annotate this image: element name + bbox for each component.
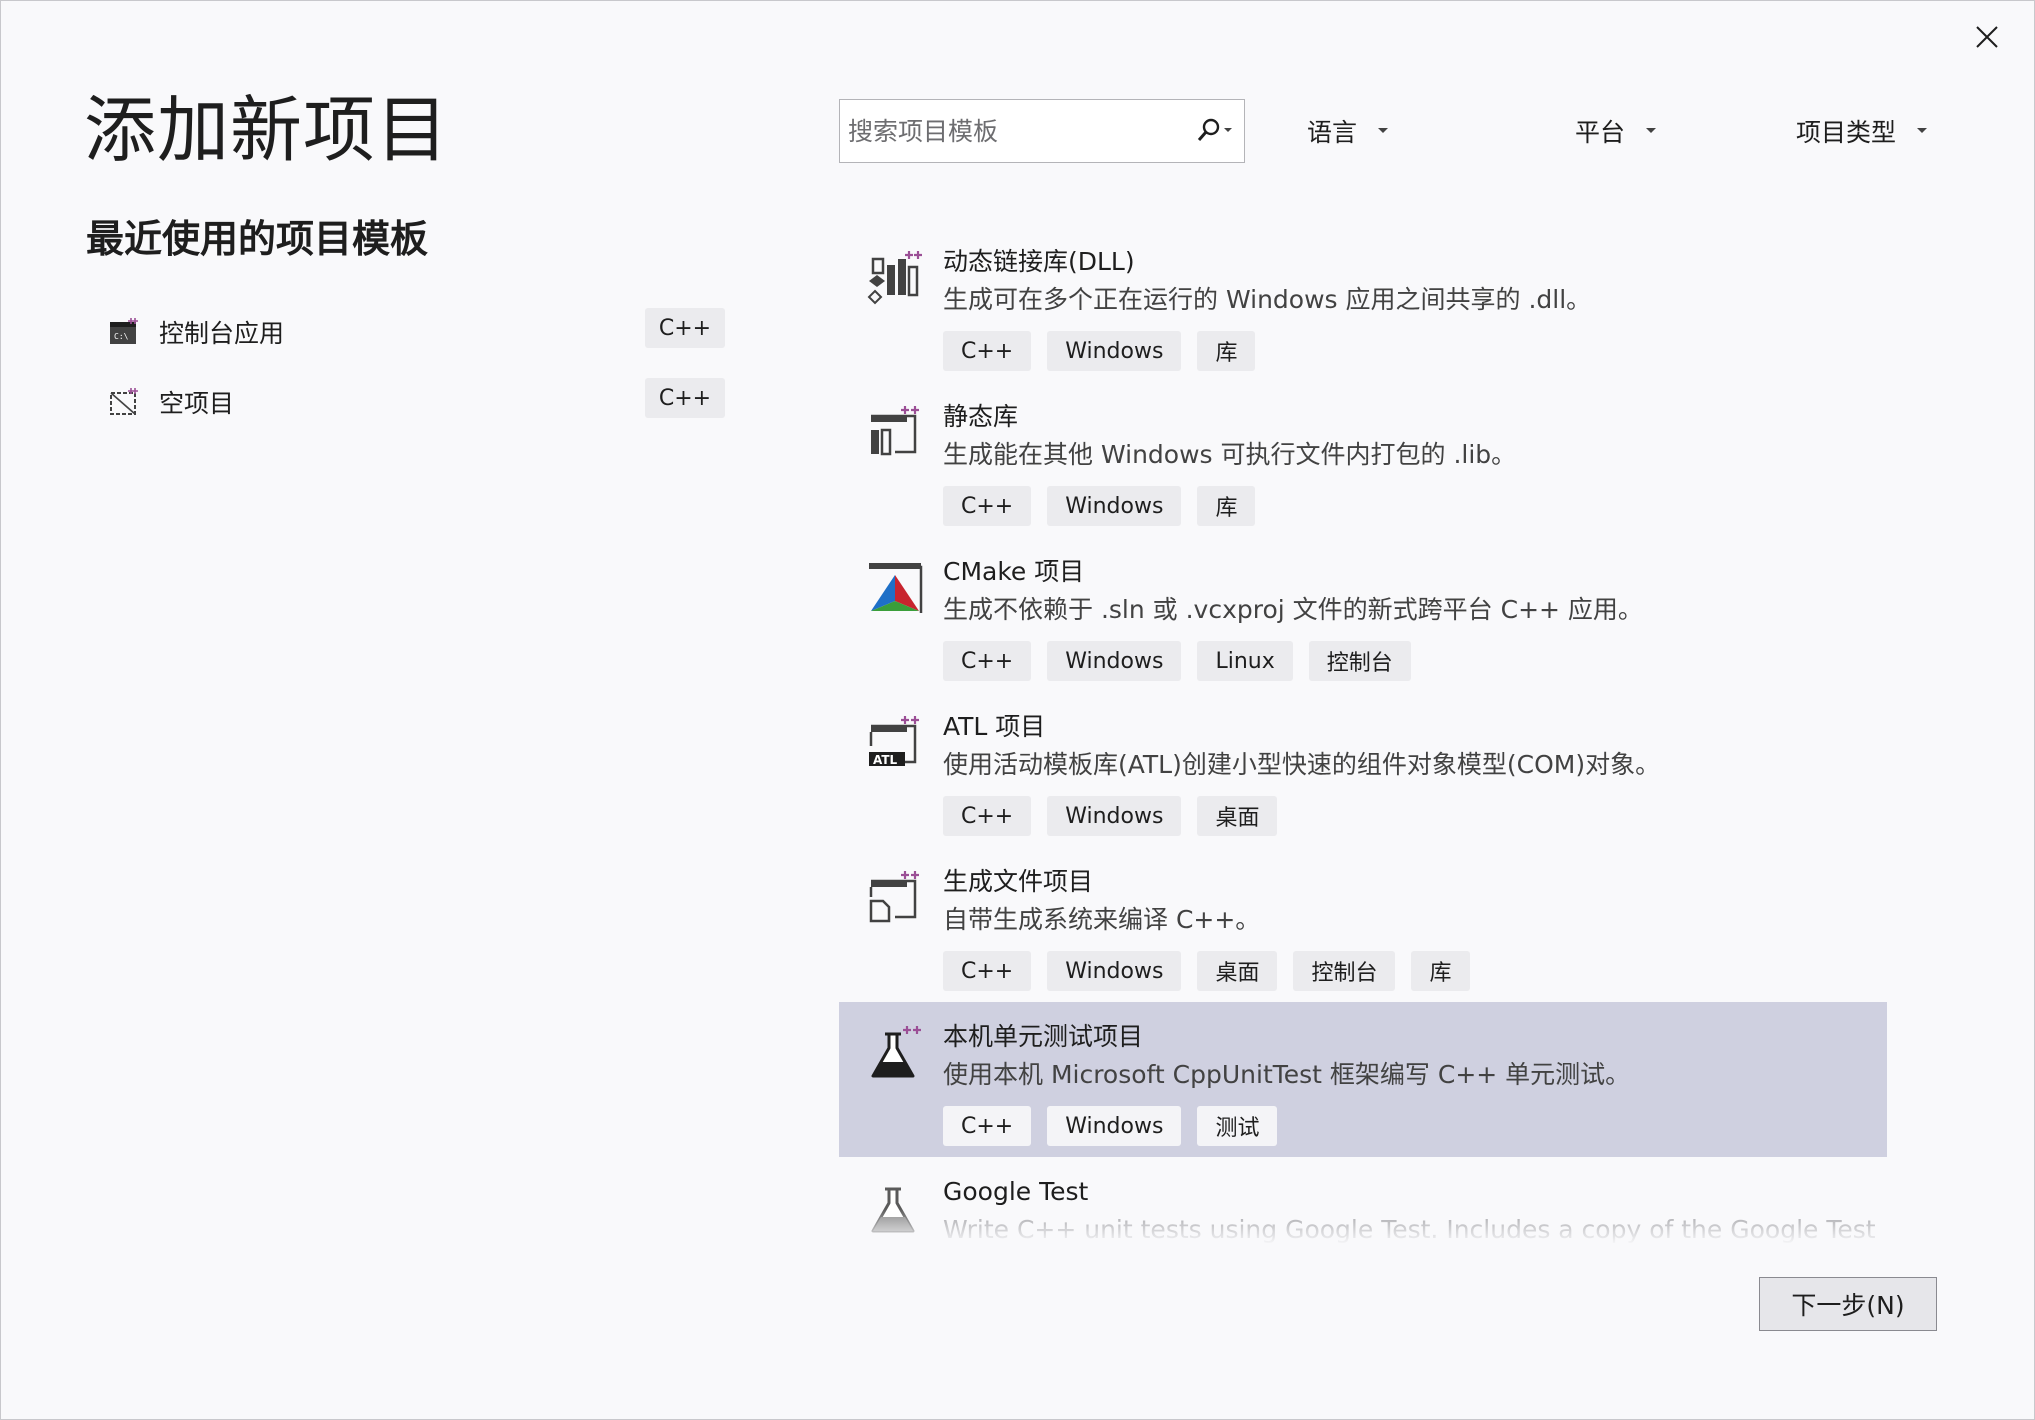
template-name: 动态链接库(DLL): [943, 247, 1135, 276]
console-app-icon: C:\: [110, 318, 138, 344]
cmake-icon: [869, 563, 923, 613]
template-tag: Windows: [1047, 331, 1182, 371]
dll-icon: [867, 251, 922, 305]
template-item-google-test[interactable]: Google Test Write C++ unit tests using G…: [839, 1157, 1887, 1245]
template-tag: C++: [943, 951, 1032, 991]
template-name: Google Test: [943, 1177, 1089, 1206]
search-button[interactable]: [1184, 100, 1244, 162]
template-description: 使用本机 Microsoft CppUnitTest 框架编写 C++ 单元测试…: [943, 1060, 1631, 1089]
template-tags: C++ Windows 测试: [943, 1106, 1278, 1146]
recent-item-label: 控制台应用: [159, 319, 285, 348]
template-item-cmake[interactable]: CMake 项目 生成不依赖于 .sln 或 .vcxproj 文件的新式跨平台…: [839, 537, 1887, 692]
template-name: ATL 项目: [943, 712, 1046, 741]
template-tag: C++: [943, 641, 1032, 681]
template-tag: Windows: [1047, 1106, 1182, 1146]
template-tags: C++ Windows 库: [943, 486, 1256, 526]
template-tags: C++ Windows 库: [943, 331, 1256, 371]
makefile-icon: [869, 871, 919, 923]
template-list: 动态链接库(DLL) 生成可在多个正在运行的 Windows 应用之间共享的 .…: [839, 227, 1887, 1245]
template-item-makefile[interactable]: 生成文件项目 自带生成系统来编译 C++。 C++ Windows 桌面 控制台…: [839, 847, 1887, 1002]
language-filter-label: 语言: [1307, 118, 1358, 147]
unit-test-icon: [871, 1026, 921, 1078]
language-tag: C++: [645, 378, 725, 418]
template-name: 静态库: [943, 402, 1019, 431]
empty-project-icon: [110, 388, 138, 415]
template-description: 生成能在其他 Windows 可执行文件内打包的 .lib。: [943, 440, 1517, 469]
template-description: 自带生成系统来编译 C++。: [943, 905, 1261, 934]
recent-templates-list: C:\ 控制台应用 C++ 空项目 C++: [109, 297, 725, 437]
template-description: 使用活动模板库(ATL)创建小型快速的组件对象模型(COM)对象。: [943, 750, 1661, 779]
template-name: 生成文件项目: [943, 867, 1094, 896]
template-tag: 测试: [1197, 1106, 1278, 1146]
search-input[interactable]: [840, 115, 1184, 147]
template-tag: 控制台: [1308, 641, 1411, 681]
svg-text:C:\: C:\: [114, 332, 129, 341]
template-tag: Windows: [1047, 951, 1182, 991]
close-icon: [1976, 26, 1998, 48]
template-tag: 桌面: [1197, 951, 1278, 991]
chevron-down-icon: [1378, 128, 1389, 133]
template-item-static-lib[interactable]: 静态库 生成能在其他 Windows 可执行文件内打包的 .lib。 C++ W…: [839, 382, 1887, 537]
svg-text:ATL: ATL: [873, 753, 898, 767]
recent-templates-heading: 最近使用的项目模板: [86, 217, 429, 261]
recent-item-console-app[interactable]: C:\ 控制台应用 C++: [109, 297, 725, 367]
template-tag: 库: [1197, 331, 1256, 371]
platform-filter-dropdown[interactable]: 平台: [1575, 109, 1657, 153]
template-search-box: [839, 99, 1245, 163]
chevron-down-icon: [1917, 128, 1928, 133]
google-test-icon: [871, 1187, 915, 1233]
template-tag: Windows: [1047, 796, 1182, 836]
atl-icon: ATL: [869, 716, 919, 767]
close-button[interactable]: [1969, 19, 2005, 55]
template-tags: C++ Windows 桌面: [943, 796, 1278, 836]
template-tag: 库: [1197, 486, 1256, 526]
template-tag: C++: [943, 486, 1032, 526]
template-tag: Windows: [1047, 486, 1182, 526]
template-tag: 控制台: [1293, 951, 1396, 991]
template-item-dll[interactable]: 动态链接库(DLL) 生成可在多个正在运行的 Windows 应用之间共享的 .…: [839, 227, 1887, 382]
language-tag: C++: [645, 308, 725, 348]
template-item-native-unit-test[interactable]: 本机单元测试项目 使用本机 Microsoft CppUnitTest 框架编写…: [839, 1002, 1887, 1157]
template-tag: C++: [943, 331, 1032, 371]
platform-filter-label: 平台: [1575, 118, 1626, 147]
template-tag: Windows: [1047, 641, 1182, 681]
template-tags: C++ Windows Linux 控制台: [943, 641, 1411, 681]
project-type-filter-label: 项目类型: [1796, 118, 1897, 147]
template-item-atl[interactable]: ATL ATL 项目 使用活动模板库(ATL)创建小型快速的组件对象模型(COM…: [839, 692, 1887, 847]
template-description: 生成可在多个正在运行的 Windows 应用之间共享的 .dll。: [943, 285, 1592, 314]
template-tag: C++: [943, 1106, 1032, 1146]
template-tag: 库: [1411, 951, 1470, 991]
template-description: 生成不依赖于 .sln 或 .vcxproj 文件的新式跨平台 C++ 应用。: [943, 595, 1643, 624]
search-icon: [1197, 118, 1232, 141]
static-lib-icon: [871, 406, 919, 456]
template-tags: C++ Windows 桌面 控制台 库: [943, 951, 1470, 991]
add-new-project-dialog: 添加新项目 最近使用的项目模板 C:\ 控制台应用 C++ 空项目 C++ 搜索…: [0, 0, 2035, 1420]
next-button[interactable]: 下一步(N): [1759, 1277, 1937, 1331]
template-tag: Linux: [1197, 641, 1293, 681]
template-name: 本机单元测试项目: [943, 1022, 1144, 1051]
project-type-filter-dropdown[interactable]: 项目类型: [1796, 109, 1928, 153]
template-description: Write C++ unit tests using Google Test. …: [943, 1215, 1876, 1244]
language-filter-dropdown[interactable]: 语言: [1307, 109, 1389, 153]
chevron-down-icon: [1646, 128, 1657, 133]
template-tag: C++: [943, 796, 1032, 836]
recent-item-empty-project[interactable]: 空项目 C++: [109, 367, 725, 437]
page-title: 添加新项目: [84, 88, 450, 172]
template-name: CMake 项目: [943, 557, 1085, 586]
template-tag: 桌面: [1197, 796, 1278, 836]
recent-item-label: 空项目: [159, 389, 235, 418]
